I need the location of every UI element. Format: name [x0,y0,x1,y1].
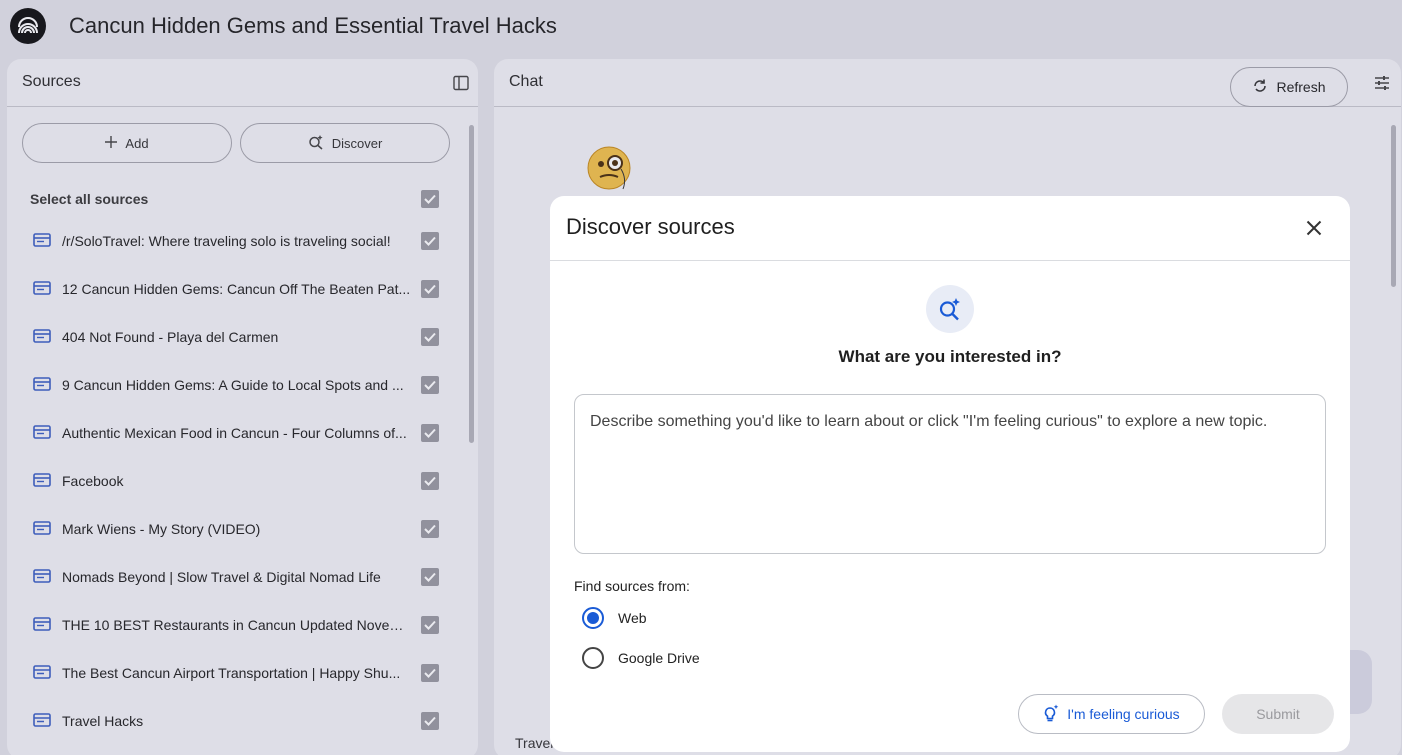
web-radio[interactable] [582,607,604,629]
interest-question: What are you interested in? [838,347,1062,366]
find-sources-label: Find sources from: [574,578,690,594]
web-option[interactable]: Web [582,606,647,630]
google-drive-option[interactable]: Google Drive [582,646,700,670]
google-drive-radio[interactable] [582,647,604,669]
close-icon[interactable] [1302,216,1326,240]
discover-sparkle-search-icon [926,285,974,333]
discover-sources-dialog: Discover sources What are you interested… [550,196,1350,752]
web-option-label: Web [618,610,647,626]
lightbulb-sparkle-icon [1043,704,1059,725]
submit-button[interactable]: Submit [1222,694,1334,734]
google-drive-option-label: Google Drive [618,650,700,666]
dialog-title: Discover sources [566,214,735,239]
feeling-curious-label: I'm feeling curious [1067,706,1180,722]
feeling-curious-button[interactable]: I'm feeling curious [1018,694,1205,734]
topic-input[interactable] [574,394,1326,554]
dialog-divider [550,260,1350,261]
